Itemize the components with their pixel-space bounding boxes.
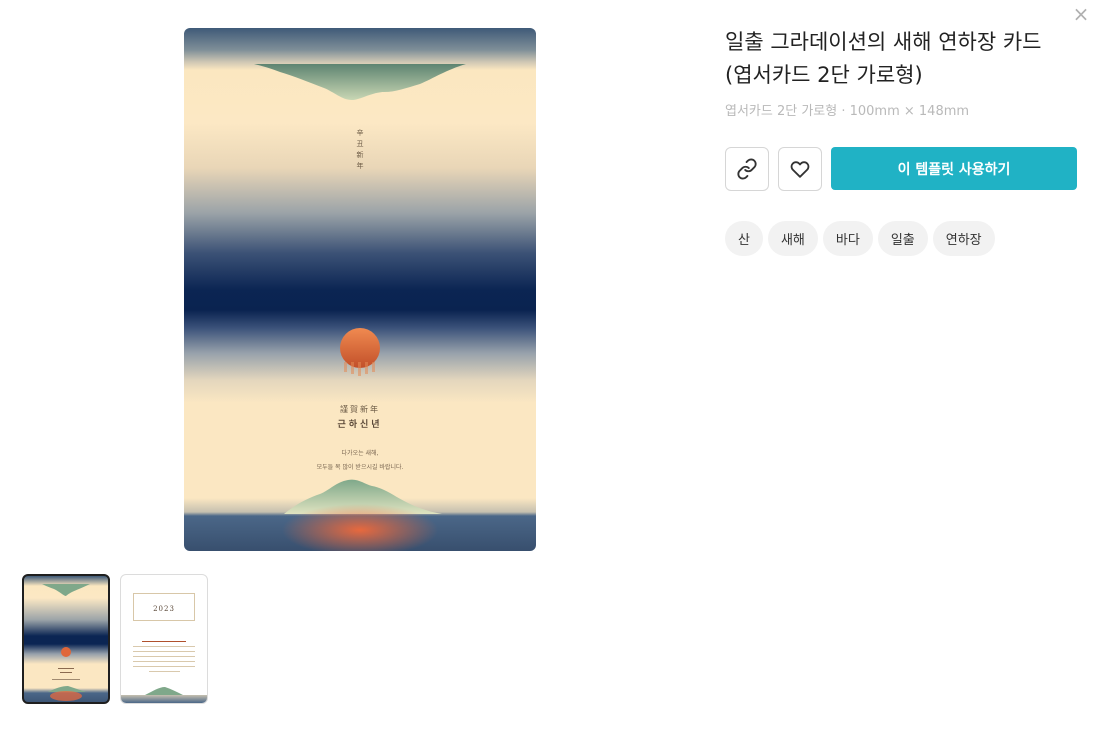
tag-chip[interactable]: 새해 <box>767 221 818 256</box>
thumbnail-front[interactable] <box>22 574 110 704</box>
greeting-line-2: 모두들 복 많이 받으시길 바랍니다. <box>316 464 404 471</box>
link-icon <box>737 158 757 180</box>
tag-chip[interactable]: 바다 <box>822 221 873 256</box>
template-spec: 엽서카드 2단 가로형 · 100mm × 148mm <box>725 104 970 119</box>
close-icon: × <box>1072 2 1090 26</box>
use-template-button[interactable]: 이 템플릿 사용하기 <box>831 147 1077 190</box>
tag-list: 산 새해 바다 일출 연하장 <box>725 221 995 256</box>
like-button[interactable] <box>778 147 822 191</box>
top-mountain <box>254 64 466 100</box>
tag-chip[interactable]: 일출 <box>877 221 928 256</box>
thumbnail-back-sea <box>121 695 207 703</box>
heart-icon <box>790 161 810 178</box>
thumbnail-front-art <box>42 584 90 701</box>
close-button[interactable]: × <box>1070 4 1092 26</box>
vertical-title: 辛丑新年 <box>356 129 364 170</box>
template-title: 일출 그라데이션의 새해 연하장 카드 (엽서카드 2단 가로형) <box>725 30 1042 87</box>
hanja-title: 謹賀新年 <box>340 405 380 414</box>
thumbnail-back-art <box>145 687 183 695</box>
tag-chip[interactable]: 연하장 <box>932 221 995 256</box>
tag-chip[interactable]: 산 <box>725 221 763 256</box>
korean-title: 근하신년 <box>337 420 383 430</box>
greeting-message: 다가오는 새해, 모두들 복 많이 받으시길 바랍니다. <box>184 447 536 475</box>
card-preview: 辛丑新年 謹賀新年 근하신년 다가오는 새해, 모두들 복 많이 받으시길 바랍… <box>184 28 536 551</box>
thumbnail-back[interactable]: 2023 <box>120 574 208 704</box>
copy-link-button[interactable] <box>725 147 769 191</box>
greeting-line-1: 다가오는 새해, <box>341 450 379 457</box>
